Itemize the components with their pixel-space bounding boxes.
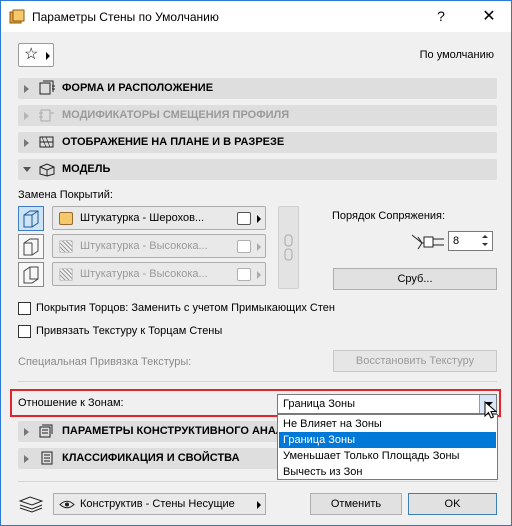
help-button[interactable]: ? — [426, 1, 456, 32]
texture-icon — [237, 212, 251, 225]
arrow-right-icon — [257, 215, 261, 223]
texture-icon — [237, 240, 251, 253]
cancel-button[interactable]: Отменить — [310, 493, 402, 515]
layer-value: Конструктив - Стены Несущие — [80, 498, 235, 510]
edge-surfaces-checkbox[interactable] — [18, 302, 31, 315]
reset-texture-button[interactable]: Восстановить Текстуру — [333, 350, 497, 372]
expand-arrow-icon — [24, 455, 29, 463]
panel-label: МОДЕЛЬ — [62, 163, 111, 175]
defaults-label: По умолчанию — [419, 49, 494, 61]
surface-override-label: Замена Покрытий: — [18, 189, 113, 201]
surface-name: Штукатурка - Шерохов... — [80, 212, 205, 224]
wall-settings-icon — [9, 9, 25, 24]
arrow-right-icon — [46, 52, 50, 60]
spin-down-icon[interactable] — [482, 243, 488, 246]
model-icon — [39, 163, 55, 177]
wall-side-icon — [23, 210, 39, 228]
surface-picker-2[interactable]: Штукатурка - Высокока... — [52, 234, 266, 258]
panel-label: МОДИФИКАТОРЫ СМЕЩЕНИЯ ПРОФИЛЯ — [62, 109, 290, 121]
wall-other-side-icon — [23, 266, 39, 284]
zone-relation-label: Отношение к Зонам: — [18, 397, 124, 409]
surface-other-side-button[interactable] — [18, 262, 44, 287]
classification-icon — [41, 451, 53, 465]
zone-relation-value: Граница Зоны — [283, 398, 356, 410]
shape-position-icon — [39, 80, 55, 95]
panel-model[interactable]: МОДЕЛЬ — [18, 159, 497, 180]
divider — [18, 381, 497, 382]
surface-swatch — [59, 212, 73, 225]
favorites-button[interactable]: ☆ — [18, 43, 54, 67]
surface-picker-3[interactable]: Штукатурка - Высокока... — [52, 262, 266, 286]
surface-swatch — [59, 268, 73, 281]
link-surfaces-button[interactable] — [278, 206, 299, 289]
panel-profile-modifiers: МОДИФИКАТОРЫ СМЕЩЕНИЯ ПРОФИЛЯ — [18, 105, 497, 126]
expand-arrow-icon — [24, 85, 29, 93]
chain-link-icon — [284, 234, 293, 261]
surface-side-button[interactable] — [18, 206, 44, 231]
layers-icon — [18, 496, 44, 513]
title-bar: Параметры Стены по Умолчанию ? ✕ — [1, 1, 511, 32]
surface-swatch — [59, 240, 73, 253]
collapse-arrow-icon — [23, 167, 31, 172]
expand-arrow-icon — [24, 139, 29, 147]
eye-icon — [59, 500, 75, 509]
window-title: Параметры Стены по Умолчанию — [32, 10, 219, 24]
align-texture-checkbox[interactable] — [18, 325, 31, 338]
texture-icon — [237, 268, 251, 281]
arrow-right-icon — [257, 243, 261, 251]
mouse-cursor-icon — [484, 401, 498, 419]
junction-order-label: Порядок Сопряжения: — [332, 210, 446, 222]
surface-name: Штукатурка - Высокока... — [80, 240, 208, 252]
align-texture-label: Привязать Текстуру к Торцам Стены — [36, 325, 223, 337]
panel-label: ОТОБРАЖЕНИЕ НА ПЛАНЕ И В РАЗРЕЗЕ — [62, 136, 285, 148]
panel-floor-plan-section[interactable]: ОТОБРАЖЕНИЕ НА ПЛАНЕ И В РАЗРЕЗЕ — [18, 132, 497, 153]
spin-up-icon[interactable] — [482, 235, 488, 238]
zone-option[interactable]: Уменьшает Только Площадь Зоны — [279, 448, 496, 464]
surface-name: Штукатурка - Высокока... — [80, 268, 208, 280]
panel-shape-position[interactable]: ФОРМА И РАСПОЛОЖЕНИЕ — [18, 78, 497, 99]
structural-analysis-icon — [39, 424, 53, 438]
junction-order-stepper[interactable]: 8 — [448, 231, 493, 251]
profile-modifiers-icon — [39, 109, 54, 122]
surface-picker-1[interactable]: Штукатурка - Шерохов... — [52, 206, 266, 230]
zone-option[interactable]: Не Влияет на Зоны — [279, 416, 496, 432]
zone-relation-select[interactable]: Граница Зоны — [277, 394, 497, 414]
expand-arrow-icon — [24, 428, 29, 436]
layer-select[interactable]: Конструктив - Стены Несущие — [53, 493, 266, 515]
arrow-right-icon — [257, 501, 261, 509]
surface-edge-button[interactable] — [18, 234, 44, 259]
star-icon: ☆ — [24, 46, 39, 63]
junction-order-icon — [411, 234, 444, 250]
close-button[interactable]: ✕ — [471, 1, 507, 32]
zone-relation-dropdown: Не Влияет на Зоны Граница Зоны Уменьшает… — [277, 414, 498, 480]
floor-plan-icon — [39, 136, 54, 148]
wall-edge-icon — [23, 238, 39, 256]
log-details-button[interactable]: Сруб... — [333, 268, 497, 290]
panel-label: ФОРМА И РАСПОЛОЖЕНИЕ — [62, 82, 214, 94]
spin-buttons[interactable] — [479, 233, 491, 249]
ok-button[interactable]: OK — [408, 493, 497, 515]
divider — [18, 481, 497, 482]
arrow-right-icon — [257, 271, 261, 279]
edge-surfaces-label: Покрытия Торцов: Заменить с учетом Примы… — [36, 302, 335, 314]
zone-option-selected[interactable]: Граница Зоны — [279, 432, 496, 448]
panel-label: КЛАССИФИКАЦИЯ И СВОЙСТВА — [62, 452, 240, 464]
zone-option[interactable]: Вычесть из Зон — [279, 464, 496, 480]
panel-label: ПАРАМЕТРЫ КОНСТРУКТИВНОГО АНАЛ — [62, 425, 284, 437]
dialog-window: Параметры Стены по Умолчанию ? ✕ ☆ По ум… — [0, 0, 512, 526]
expand-arrow-icon — [24, 112, 29, 120]
junction-order-value: 8 — [453, 235, 460, 247]
custom-texture-label: Специальная Привязка Текстуры: — [18, 356, 192, 368]
